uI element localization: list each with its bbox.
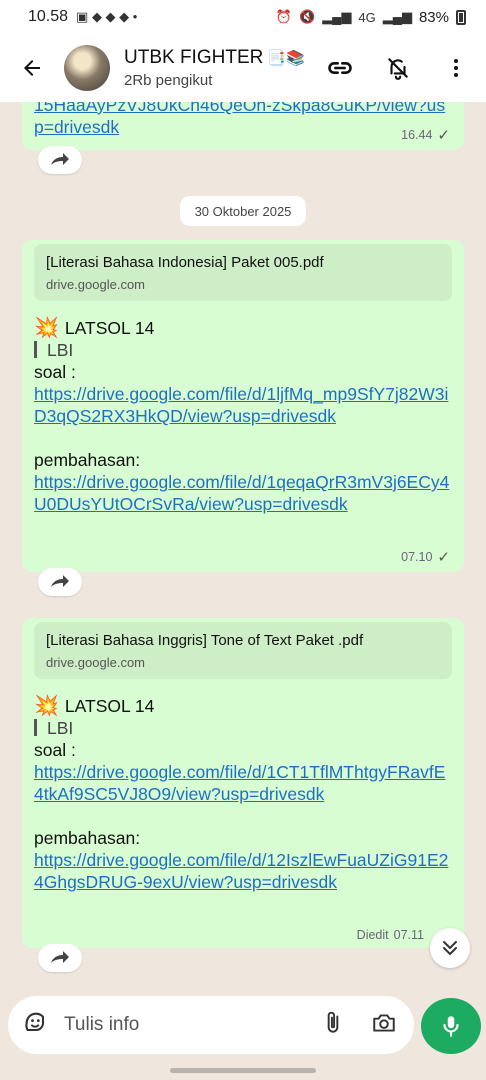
soal-label: soal : [34,362,76,382]
soal-label: soal : [34,740,76,760]
chat-area[interactable]: 15HaaAyPzVJ8UkCh46QeOh-zSkpa8GuKP/view?u… [0,102,486,1000]
channel-avatar[interactable] [64,45,110,91]
quote-text: LBI [47,340,74,360]
alarm-icon: ⏰ [275,9,292,24]
battery-icon [456,9,466,25]
forward-icon [51,575,69,587]
message-bubble: [Literasi Bahasa Indonesia] Paket 005.pd… [22,240,464,572]
camera-icon [373,1013,395,1032]
forward-button[interactable] [38,146,82,174]
sticker-button[interactable] [22,1009,50,1042]
status-bar: 10.58 ▣ ◆ ◆ ◆ • ⏰ 🔇 ▂▄▆ 4G ▂▄▆ 83% [0,0,486,34]
message-heading: LATSOL 14 [64,696,155,716]
collision-emoji-icon: 💥 [34,317,59,339]
check-icon: ✓ [437,549,450,566]
message-time: 07.10 ✓ [401,548,450,566]
pembahasan-label: pembahasan: [34,828,141,848]
channel-header: UTBK FIGHTER 📑📚 2Rb pengikut [0,34,486,102]
scroll-to-bottom-button[interactable] [430,928,470,968]
forward-icon [51,951,69,963]
mic-button[interactable] [421,998,481,1054]
microphone-icon [443,1016,459,1037]
check-icon: ✓ [437,127,450,144]
more-vertical-icon [454,59,458,77]
channel-name: UTBK FIGHTER [124,47,264,68]
pembahasan-link[interactable]: https://drive.google.com/file/d/1qeqaQrR… [34,471,452,515]
soal-link[interactable]: https://drive.google.com/file/d/1ljfMq_m… [34,383,452,427]
link-preview-title: [Literasi Bahasa Inggris] Tone of Text P… [46,632,364,649]
link-preview-domain: drive.google.com [46,277,145,292]
battery-percent: 83% [418,8,449,26]
time-text: 16.44 [401,128,433,142]
quote-bar [34,719,37,736]
bell-off-icon [388,58,408,80]
message-input[interactable]: Tulis info [64,1014,320,1036]
time-text: 07.11 [393,928,424,942]
message-input-bar: Tulis info [8,996,414,1054]
status-time: 10.58 [28,8,69,25]
link-button[interactable] [324,52,356,84]
link-preview-title: [Literasi Bahasa Indonesia] Paket 005.pd… [46,254,324,271]
soal-link[interactable]: https://drive.google.com/file/d/1CT1TflM… [34,761,452,805]
forward-button[interactable] [38,568,82,596]
collision-emoji-icon: 💥 [34,695,59,717]
quote-bar [34,341,37,358]
link-preview-card[interactable]: [Literasi Bahasa Inggris] Tone of Text P… [34,622,452,679]
edited-label: Diedit [356,928,389,942]
double-chevron-down-icon [443,941,457,956]
camera-button[interactable] [370,1010,398,1041]
link-icon [328,62,352,74]
message-bubble: [Literasi Bahasa Inggris] Tone of Text P… [22,618,464,948]
arrow-left-icon [24,60,40,76]
forward-icon [51,153,69,165]
notification-icons: ▣ ◆ ◆ ◆ • [76,9,138,24]
link-preview-domain: drive.google.com [46,655,145,670]
gesture-nav-bar[interactable] [170,1068,316,1073]
followers-count: 2Rb pengikut [124,72,213,89]
signal-icon: ▂▄▆ [322,9,352,24]
back-button[interactable] [16,52,48,84]
time-text: 07.10 [401,550,433,564]
paperclip-icon [327,1011,339,1033]
forward-button[interactable] [38,944,82,972]
network-type: 4G [358,9,376,25]
message-bubble: 15HaaAyPzVJ8UkCh46QeOh-zSkpa8GuKP/view?u… [22,102,464,150]
attach-button[interactable] [320,1010,346,1041]
more-options-button[interactable] [440,52,472,84]
date-divider: 30 Oktober 2025 [180,196,306,226]
sticker-icon [25,1012,45,1031]
mute-icon: 🔇 [299,9,316,24]
link-preview-card[interactable]: [Literasi Bahasa Indonesia] Paket 005.pd… [34,244,452,301]
channel-emoji: 📑📚 [267,50,305,67]
channel-title-block[interactable]: UTBK FIGHTER 📑📚 2Rb pengikut [124,47,305,89]
quote-text: LBI [47,718,74,738]
message-link[interactable]: 15HaaAyPzVJ8UkCh46QeOh-zSkpa8GuKP/view?u… [34,102,445,137]
signal-icon-2: ▂▄▆ [382,9,412,24]
pembahasan-link[interactable]: https://drive.google.com/file/d/12IszlEw… [34,849,452,893]
message-time: 16.44 ✓ [401,126,450,144]
message-heading: LATSOL 14 [64,318,155,338]
message-time: Diedit 07.11 [357,928,424,942]
mute-notifications-button[interactable] [382,52,414,84]
pembahasan-label: pembahasan: [34,450,141,470]
